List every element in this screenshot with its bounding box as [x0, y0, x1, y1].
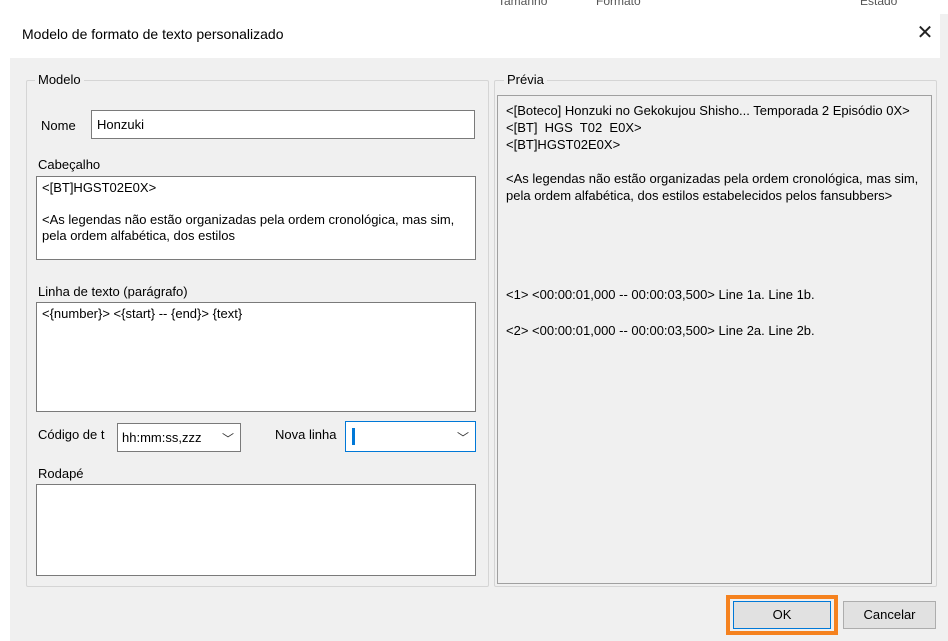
preview-line: [506, 153, 923, 170]
header-label: Cabeçalho: [38, 157, 101, 172]
newline-select[interactable]: ﹀: [345, 421, 476, 452]
newline-label: Nova linha: [275, 427, 337, 442]
preview-line: [506, 204, 923, 221]
bg-column-header: Tamanho: [498, 0, 548, 8]
bg-column-header: Formato: [596, 0, 641, 8]
name-label: Nome: [41, 118, 76, 133]
preview-line: <[BT]HGST02E0X>: [506, 137, 621, 152]
preview-line: [506, 255, 923, 272]
preview-line: <2> <00:00:01,000 -- 00:00:03,500> Line …: [506, 323, 815, 338]
ok-button[interactable]: OK: [733, 601, 831, 629]
bg-column-header: Estado: [860, 0, 898, 8]
header-textarea[interactable]: <[BT]HGST02E0X> <As legendas não estão o…: [36, 176, 476, 260]
close-icon: ✕: [916, 22, 934, 44]
close-button[interactable]: ✕: [912, 20, 938, 46]
line-label: Linha de texto (parágrafo): [38, 284, 188, 299]
line-textarea[interactable]: <{number}> <{start} -- {end}> {text}: [36, 302, 476, 412]
model-group-label: Modelo: [35, 72, 84, 87]
chevron-down-icon: ﹀: [221, 432, 234, 446]
preview-line: <[BT] HGS T02 E0X>: [506, 120, 642, 135]
background-window-strip: Tamanho Formato Estado: [0, 0, 948, 14]
preview-box: <[Boteco] Honzuki no Gekokujou Shisho...…: [497, 95, 932, 584]
preview-line: <1> <00:00:01,000 -- 00:00:03,500> Line …: [506, 287, 815, 302]
preview-line: <[Boteco] Honzuki no Gekokujou Shisho...…: [506, 103, 910, 118]
preview-group-label: Prévia: [504, 72, 547, 87]
timecode-select-value: hh:mm:ss,zzz: [122, 430, 202, 445]
timecode-label: Código de t: [38, 427, 105, 442]
preview-line: <As legendas não estão organizadas pela …: [506, 171, 922, 203]
dialog-title: Modelo de formato de texto personalizado: [22, 26, 284, 42]
preview-line: [506, 238, 923, 255]
name-input[interactable]: Honzuki: [91, 110, 475, 139]
preview-line: [506, 221, 923, 238]
cancel-button[interactable]: Cancelar: [843, 601, 936, 629]
chevron-down-icon: ﹀: [456, 431, 469, 445]
preview-line: [506, 272, 923, 286]
preview-line: [506, 303, 923, 322]
footer-textarea[interactable]: [36, 484, 476, 576]
footer-label: Rodapé: [38, 466, 84, 481]
background-window-edge: [0, 14, 10, 641]
text-cursor: [352, 428, 355, 445]
timecode-select[interactable]: hh:mm:ss,zzz ﹀: [117, 423, 241, 452]
